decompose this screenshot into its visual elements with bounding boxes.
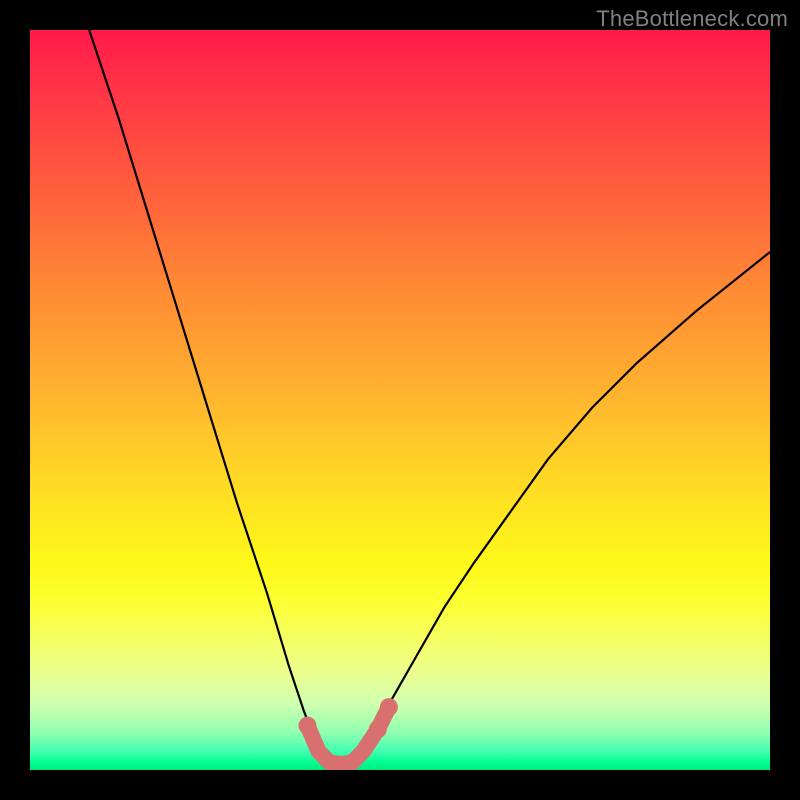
watermark-text: TheBottleneck.com xyxy=(596,6,788,32)
highlighted-point xyxy=(369,720,387,738)
highlighted-point xyxy=(299,717,317,735)
highlighted-point xyxy=(380,698,398,716)
highlighted-points-group xyxy=(299,698,398,764)
chart-plot-area xyxy=(30,30,770,770)
chart-svg xyxy=(30,30,770,770)
bottleneck-curve-line xyxy=(89,30,770,765)
